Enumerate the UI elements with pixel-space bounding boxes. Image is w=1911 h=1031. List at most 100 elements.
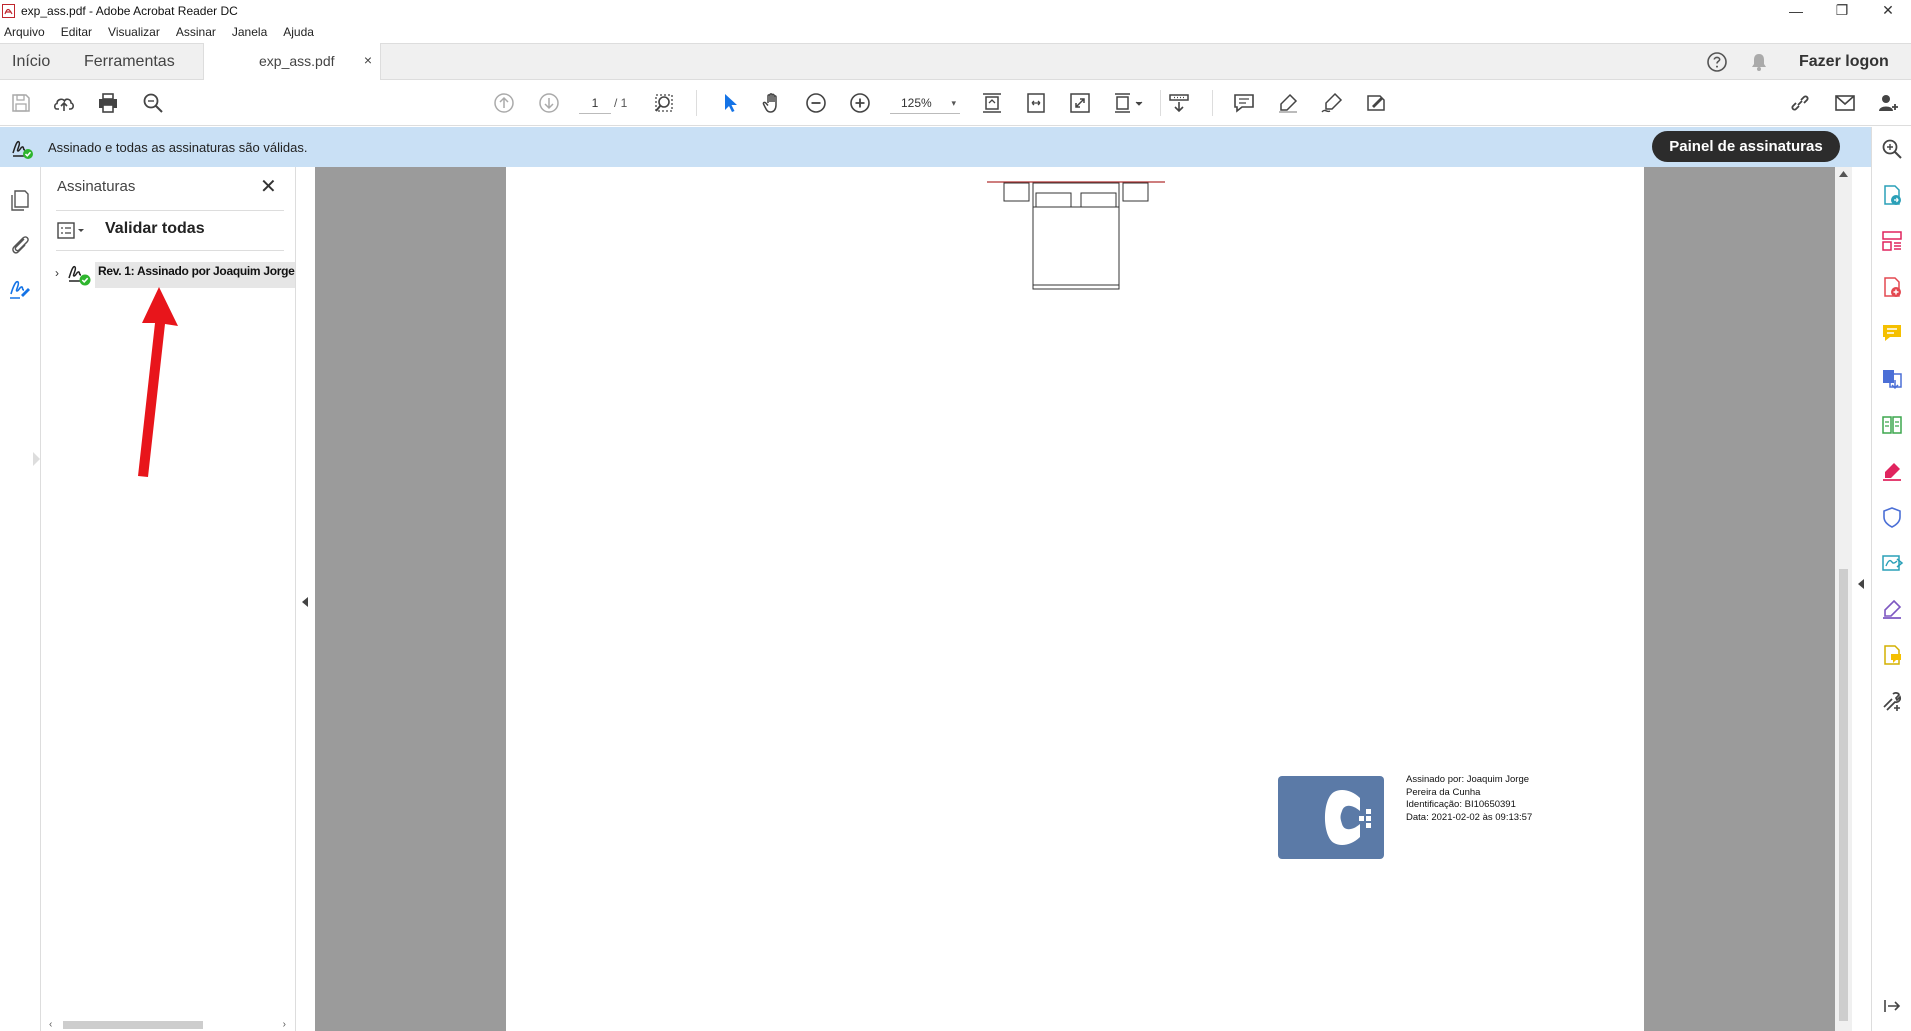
scroll-left-arrow[interactable]: ‹: [49, 1019, 52, 1030]
fit-width-icon[interactable]: [1024, 91, 1048, 115]
menu-assinar[interactable]: Assinar: [176, 25, 216, 39]
page-thumbnails-icon[interactable]: [7, 187, 33, 213]
highlight-icon[interactable]: [1276, 91, 1300, 115]
menu-arquivo[interactable]: Arquivo: [4, 25, 45, 39]
full-screen-icon[interactable]: [1068, 91, 1092, 115]
collapse-left-arrow-icon[interactable]: [302, 597, 308, 607]
document-viewport[interactable]: Assinado por: Joaquim Jorge Pereira da C…: [315, 167, 1835, 1031]
tab-document[interactable]: exp_ass.pdf ×: [203, 43, 381, 81]
signature-stamp-logo: [1278, 776, 1384, 859]
close-window-button[interactable]: ✕: [1865, 0, 1911, 21]
zoom-in-icon[interactable]: [848, 91, 872, 115]
comment-tool-icon[interactable]: [1880, 321, 1904, 345]
read-mode-icon[interactable]: [1167, 91, 1191, 115]
stamp-line: Assinado por: Joaquim Jorge: [1406, 774, 1530, 785]
menu-bar: Arquivo Editar Visualizar Assinar Janela…: [0, 21, 1911, 42]
stamp-icon[interactable]: [1880, 643, 1904, 667]
export-pdf-icon[interactable]: [1880, 183, 1904, 207]
zoom-select[interactable]: 125% ▾: [890, 92, 960, 114]
signature-status-bar: Assinado e todas as assinaturas são váli…: [0, 127, 1871, 167]
menu-janela[interactable]: Janela: [232, 25, 267, 39]
marquee-zoom-icon[interactable]: [652, 91, 676, 115]
page-display-icon[interactable]: [1112, 91, 1146, 115]
search-zoom-icon[interactable]: [1880, 137, 1904, 161]
menu-visualizar[interactable]: Visualizar: [108, 25, 160, 39]
email-icon[interactable]: [1833, 91, 1857, 115]
tab-close-button[interactable]: ×: [364, 52, 372, 68]
signature-panel-button[interactable]: Painel de assinaturas: [1652, 131, 1840, 162]
document-vertical-scrollbar[interactable]: [1835, 167, 1852, 1031]
fill-and-sign-icon[interactable]: [1880, 459, 1904, 483]
left-navigation-rail: [0, 167, 41, 1031]
fill-sign-icon[interactable]: [1364, 91, 1388, 115]
validate-all-button[interactable]: Validar todas: [105, 220, 205, 238]
tab-tools[interactable]: Ferramentas: [84, 53, 175, 71]
signature-valid-icon: [12, 140, 33, 159]
save-icon[interactable]: [9, 91, 33, 115]
organize-pages-icon[interactable]: [1880, 229, 1904, 253]
expand-right-arrow-icon[interactable]: [1858, 579, 1864, 589]
tab-bar: Início Ferramentas exp_ass.pdf × Fazer l…: [0, 43, 1911, 81]
page-number-input[interactable]: 1: [579, 92, 611, 114]
signature-status-message: Assinado e todas as assinaturas são váli…: [48, 140, 308, 155]
next-page-icon[interactable]: [537, 91, 561, 115]
acrobat-app-icon: [2, 3, 15, 18]
page-total: / 1: [614, 96, 628, 110]
scroll-right-arrow[interactable]: ›: [283, 1019, 286, 1030]
print-icon[interactable]: [96, 91, 120, 115]
tab-document-label: exp_ass.pdf: [259, 53, 335, 69]
stamp-c-logo-icon: [1325, 790, 1371, 845]
floor-plan-drawing: [987, 181, 1165, 290]
send-for-signature-icon[interactable]: [1880, 551, 1904, 575]
signature-valid-icon: [68, 265, 91, 286]
red-annotation-arrow: [138, 287, 178, 477]
sign-pen-icon[interactable]: [1320, 91, 1344, 115]
add-user-icon[interactable]: [1876, 91, 1900, 115]
more-tools-icon[interactable]: [1880, 689, 1904, 713]
menu-editar[interactable]: Editar: [61, 25, 92, 39]
zoom-value: 125%: [901, 96, 932, 110]
zoom-out-icon[interactable]: [804, 91, 828, 115]
hand-tool-icon[interactable]: [760, 91, 784, 115]
title-bar: exp_ass.pdf - Adobe Acrobat Reader DC — …: [0, 0, 1911, 21]
expand-signature-toggle[interactable]: ›: [55, 266, 59, 280]
select-tool-icon[interactable]: [718, 91, 742, 115]
compare-files-icon[interactable]: [1880, 413, 1904, 437]
upload-cloud-icon[interactable]: [52, 91, 76, 115]
notification-bell-icon[interactable]: [1748, 51, 1770, 73]
share-link-icon[interactable]: [1788, 91, 1812, 115]
scrollbar-thumb[interactable]: [1839, 569, 1848, 1021]
window-controls: — ❐ ✕: [1773, 0, 1911, 21]
right-pane-collapse-handle[interactable]: [1852, 167, 1871, 1031]
menu-ajuda[interactable]: Ajuda: [283, 25, 314, 39]
scrollbar-thumb[interactable]: [63, 1021, 203, 1029]
panel-collapse-handle[interactable]: [296, 167, 315, 1031]
window-title: exp_ass.pdf - Adobe Acrobat Reader DC: [21, 3, 238, 18]
login-button[interactable]: Fazer logon: [1799, 53, 1889, 71]
protect-icon[interactable]: [1880, 505, 1904, 529]
create-pdf-icon[interactable]: [1880, 275, 1904, 299]
signature-list-item[interactable]: Rev. 1: Assinado por Joaquim Jorge: [95, 262, 295, 288]
certificates-icon[interactable]: [1880, 597, 1904, 621]
signatures-rail-icon[interactable]: [7, 275, 33, 301]
search-icon[interactable]: [141, 91, 165, 115]
fit-page-icon[interactable]: [980, 91, 1004, 115]
tab-home[interactable]: Início: [12, 53, 50, 71]
close-panel-button[interactable]: ✕: [260, 174, 277, 199]
stamp-line: Data: 2021-02-02 às 09:13:57: [1406, 811, 1533, 823]
comment-icon[interactable]: [1232, 91, 1256, 115]
right-tools-rail: [1871, 127, 1911, 1031]
panel-options-icon[interactable]: [56, 221, 92, 241]
restore-button[interactable]: ❐: [1819, 0, 1865, 21]
attachments-icon[interactable]: [7, 231, 33, 257]
pdf-page[interactable]: Assinado por: Joaquim Jorge Pereira da C…: [506, 167, 1644, 1031]
collapse-tools-pane-icon[interactable]: [1880, 994, 1904, 1018]
help-icon[interactable]: [1706, 51, 1728, 73]
rail-active-pointer: [33, 452, 40, 466]
combine-files-icon[interactable]: [1880, 367, 1904, 391]
previous-page-icon[interactable]: [492, 91, 516, 115]
signatures-panel-title: Assinaturas: [57, 178, 136, 195]
minimize-button[interactable]: —: [1773, 0, 1819, 21]
panel-horizontal-scrollbar[interactable]: ‹ ›: [47, 1019, 290, 1031]
scroll-up-arrow-icon[interactable]: [1839, 171, 1848, 177]
